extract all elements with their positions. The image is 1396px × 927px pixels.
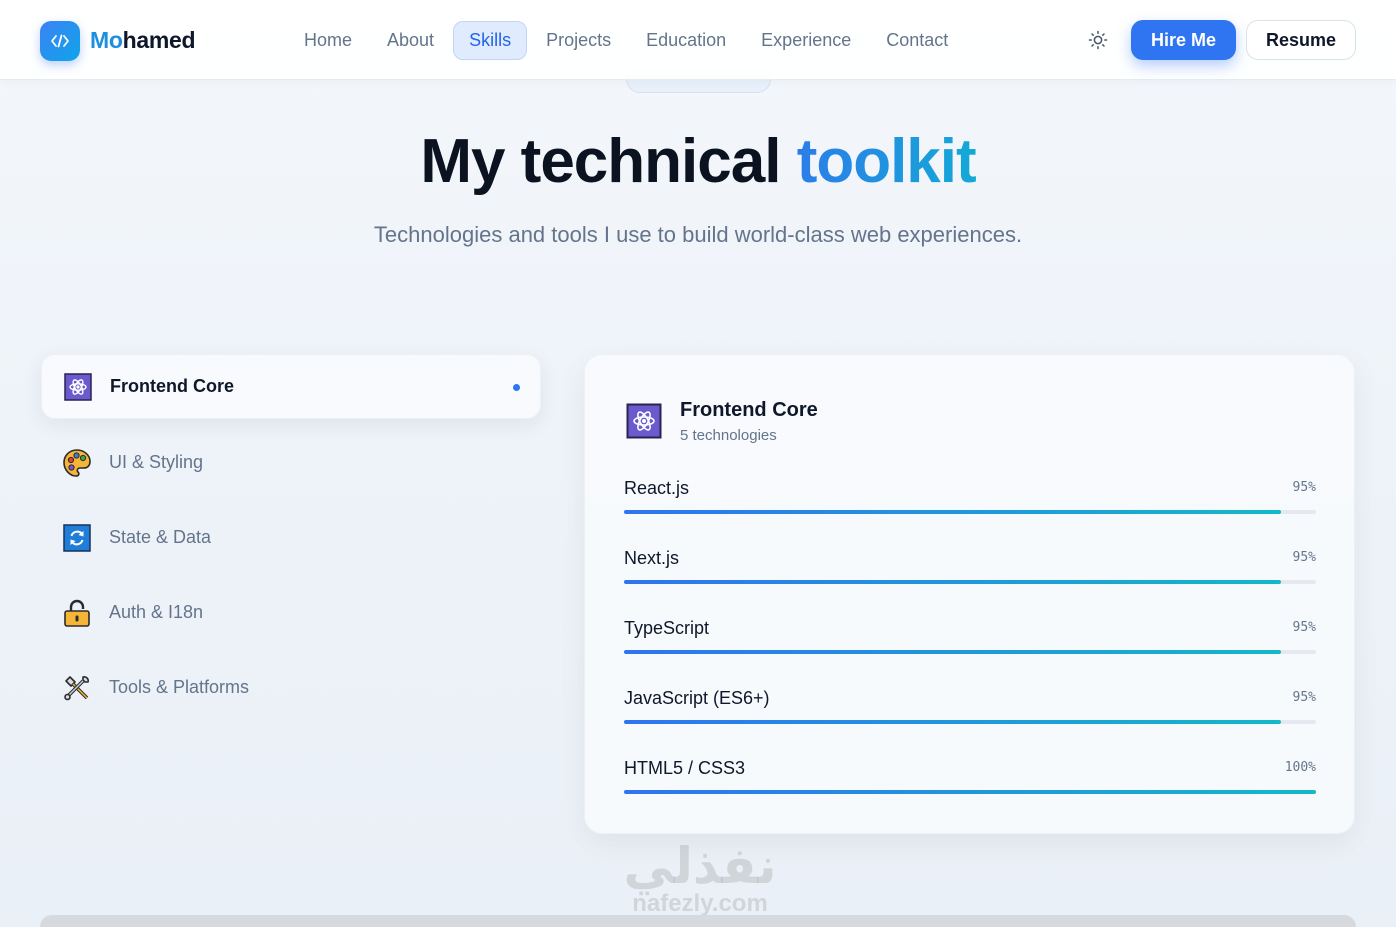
nav-link-experience[interactable]: Experience — [745, 21, 867, 60]
skill-name: React.js — [624, 478, 690, 498]
skill-percent: 95% — [1292, 480, 1316, 495]
skill-percent: 95% — [1292, 550, 1316, 565]
category-label: Frontend Core — [110, 376, 234, 396]
panel-title: Frontend Core — [680, 399, 818, 421]
category-label: Tools & Platforms — [109, 677, 250, 697]
skill-row-typescript: TypeScript 95% — [624, 618, 1316, 658]
skill-percent: 100% — [1284, 760, 1316, 775]
active-indicator-dot — [513, 384, 520, 391]
skill-row-javascript: JavaScript (ES6+) 95% — [624, 688, 1316, 728]
category-state-data[interactable]: State & Data — [41, 505, 541, 570]
nav-links: Home About Skills Projects Education Exp… — [288, 20, 967, 60]
skill-percent: 95% — [1292, 620, 1316, 635]
category-auth-i18n[interactable]: Auth & I18n — [41, 580, 541, 645]
atom-icon — [626, 403, 662, 439]
palette-icon — [62, 448, 92, 478]
skill-progress-track — [624, 720, 1316, 724]
nav-link-education[interactable]: Education — [630, 21, 742, 60]
category-label: UI & Styling — [109, 452, 204, 472]
category-tools-platforms[interactable]: Tools & Platforms — [41, 655, 541, 720]
skill-name: JavaScript (ES6+) — [624, 688, 770, 708]
sun-icon[interactable] — [1083, 25, 1113, 55]
skill-progress-fill — [624, 790, 1316, 794]
skill-progress-track — [624, 650, 1316, 654]
skill-progress-fill — [624, 510, 1282, 514]
category-label: State & Data — [109, 527, 212, 547]
category-label: Auth & I18n — [109, 602, 204, 622]
skill-progress-fill — [624, 650, 1282, 654]
brand-name[interactable]: Mohamed — [90, 27, 196, 54]
category-frontend-core[interactable]: Frontend Core — [41, 354, 541, 419]
skill-progress-track — [624, 790, 1316, 794]
tools-icon — [62, 673, 92, 703]
watermark-arabic: نفذلي — [623, 837, 777, 895]
skill-progress-track — [624, 510, 1316, 514]
skill-progress-fill — [624, 580, 1282, 584]
nav-link-about[interactable]: About — [371, 21, 450, 60]
skills-panel: Frontend Core 5 technologies React.js 95… — [584, 354, 1355, 834]
skill-name: Next.js — [624, 548, 680, 568]
hire-me-button[interactable]: Hire Me — [1131, 20, 1236, 60]
skill-row-nextjs: Next.js 95% — [624, 548, 1316, 588]
skill-name: TypeScript — [624, 618, 710, 638]
atom-icon — [63, 372, 93, 402]
skill-row-html-css: HTML5 / CSS3 100% — [624, 758, 1316, 798]
skill-row-react: React.js 95% — [624, 478, 1316, 518]
nav-link-skills[interactable]: Skills — [453, 20, 528, 60]
nav-link-projects[interactable]: Projects — [530, 21, 627, 60]
section-subtitle: Technologies and tools I use to build wo… — [373, 222, 1023, 247]
skill-progress-track — [624, 580, 1316, 584]
section-title: My technical toolkit — [420, 127, 976, 196]
technology-count: 5 technologies — [680, 427, 777, 444]
skill-name: HTML5 / CSS3 — [624, 758, 746, 778]
logo-code-icon[interactable] — [40, 21, 80, 61]
watermark-logo: نفذلي nafezly.com — [610, 838, 790, 916]
next-section-edge — [40, 915, 1356, 927]
nav-link-home[interactable]: Home — [288, 21, 368, 60]
lock-icon — [62, 598, 92, 628]
skill-percent: 95% — [1292, 690, 1316, 705]
category-ui-styling[interactable]: UI & Styling — [41, 430, 541, 495]
resume-button[interactable]: Resume — [1246, 20, 1356, 60]
skill-progress-fill — [624, 720, 1282, 724]
nav-link-contact[interactable]: Contact — [870, 21, 964, 60]
refresh-icon — [62, 523, 92, 553]
watermark-latin: nafezly.com — [632, 890, 768, 917]
top-navbar: Mohamed Home About Skills Projects Educa… — [0, 0, 1396, 80]
